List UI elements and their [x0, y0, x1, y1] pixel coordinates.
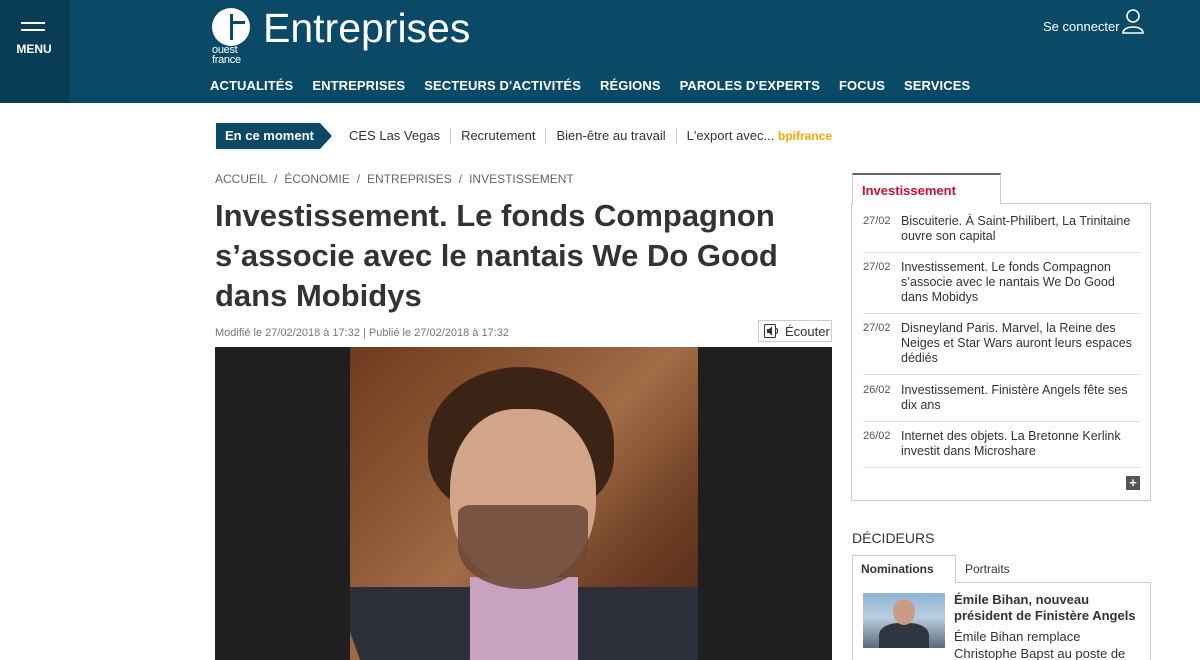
item-title[interactable]: Biscuiterie. À Saint-Philibert, La Trini…: [901, 214, 1140, 244]
menu-button[interactable]: MENU: [0, 0, 70, 103]
nav-item-regions[interactable]: RÉGIONS: [600, 78, 661, 93]
en-ce-moment-badge: En ce moment: [216, 123, 332, 149]
more-button[interactable]: +: [1126, 476, 1140, 490]
trending-link[interactable]: Bien-être au travail: [545, 128, 675, 144]
trending-link-export[interactable]: L'export avec... bpifrance: [675, 128, 842, 144]
site-title[interactable]: Entreprises: [263, 5, 470, 52]
menu-label: MENU: [16, 42, 52, 56]
article-title: Investissement. Le fonds Compagnon s’ass…: [215, 198, 778, 313]
item-title[interactable]: Internet des objets. La Bretonne Kerlink…: [901, 429, 1140, 459]
list-item[interactable]: 26/02 Investissement. Finistère Angels f…: [863, 383, 1140, 422]
item-title[interactable]: Disneyland Paris. Marvel, la Reine des N…: [901, 321, 1140, 366]
list-item[interactable]: 26/02 Internet des objets. La Bretonne K…: [863, 429, 1140, 468]
site-header: MENU ouest france Entreprises Se connect…: [0, 0, 1200, 103]
user-icon[interactable]: [1122, 8, 1144, 34]
breadcrumb-item[interactable]: ACCUEIL: [215, 172, 267, 186]
tab-nominations[interactable]: Nominations: [852, 555, 956, 583]
decideur-photo[interactable]: [863, 593, 945, 648]
decideur-excerpt: Émile Bihan remplace Christophe Bapst au…: [954, 629, 1126, 660]
breadcrumb-separator: /: [458, 172, 463, 186]
main-nav: ACTUALITÉS ENTREPRISES SECTEURS D'ACTIVI…: [210, 78, 989, 93]
nav-item-secteurs[interactable]: SECTEURS D'ACTIVITÉS: [424, 78, 581, 93]
list-item[interactable]: 27/02 Disneyland Paris. Marvel, la Reine…: [863, 321, 1140, 375]
bpifrance-logo: bpifrance: [777, 129, 832, 143]
item-title[interactable]: Investissement. Le fonds Compagnon s’ass…: [901, 260, 1140, 305]
tab-portraits[interactable]: Portraits: [956, 555, 1151, 583]
hamburger-icon: [21, 22, 45, 36]
list-item[interactable]: 27/02 Biscuiterie. À Saint-Philibert, La…: [863, 214, 1140, 253]
decideurs-heading: DÉCIDEURS: [852, 530, 935, 546]
article-photo: [215, 347, 832, 660]
trending-link[interactable]: Recrutement: [450, 128, 545, 144]
trending-links: CES Las Vegas Recrutement Bien-être au t…: [349, 128, 842, 144]
speaker-icon: [764, 324, 779, 338]
nav-item-services[interactable]: SERVICES: [904, 78, 970, 93]
item-date: 27/02: [863, 215, 891, 227]
item-date: 26/02: [863, 430, 891, 442]
login-link[interactable]: Se connecter: [1043, 19, 1120, 34]
item-title[interactable]: Investissement. Finistère Angels fête se…: [901, 383, 1140, 413]
item-date: 26/02: [863, 384, 891, 396]
breadcrumb: ACCUEIL / ÉCONOMIE / ENTREPRISES / INVES…: [215, 172, 574, 186]
item-date: 27/02: [863, 261, 891, 273]
sidebar-news-list: 27/02 Biscuiterie. À Saint-Philibert, La…: [851, 203, 1151, 501]
listen-button[interactable]: Écouter: [758, 320, 832, 342]
decideur-headline[interactable]: Émile Bihan, nouveau président de Finist…: [954, 592, 1144, 624]
logo-mark-icon: [212, 8, 250, 46]
article-meta: Modifié le 27/02/2018 à 17:32 | Publié l…: [215, 327, 509, 339]
breadcrumb-item[interactable]: INVESTISSEMENT: [469, 172, 574, 186]
sidebar-tab-investissement[interactable]: Investissement: [852, 173, 1001, 204]
nav-item-actualites[interactable]: ACTUALITÉS: [210, 78, 293, 93]
nav-item-paroles-experts[interactable]: PAROLES D'EXPERTS: [680, 78, 820, 93]
breadcrumb-item[interactable]: ENTREPRISES: [367, 172, 452, 186]
breadcrumb-item[interactable]: ÉCONOMIE: [284, 172, 349, 186]
item-date: 27/02: [863, 322, 891, 334]
export-label: L'export avec...: [686, 128, 775, 143]
listen-label: Écouter: [785, 323, 830, 339]
portrait-image: [350, 347, 698, 660]
breadcrumb-separator: /: [274, 172, 278, 186]
trending-link[interactable]: CES Las Vegas: [349, 128, 450, 144]
nav-item-entreprises[interactable]: ENTREPRISES: [312, 78, 405, 93]
nav-item-focus[interactable]: FOCUS: [839, 78, 885, 93]
ouest-france-logo[interactable]: ouest france: [210, 8, 252, 66]
breadcrumb-separator: /: [356, 172, 361, 186]
logo-text: ouest france: [212, 44, 241, 66]
list-item[interactable]: 27/02 Investissement. Le fonds Compagnon…: [863, 260, 1140, 314]
